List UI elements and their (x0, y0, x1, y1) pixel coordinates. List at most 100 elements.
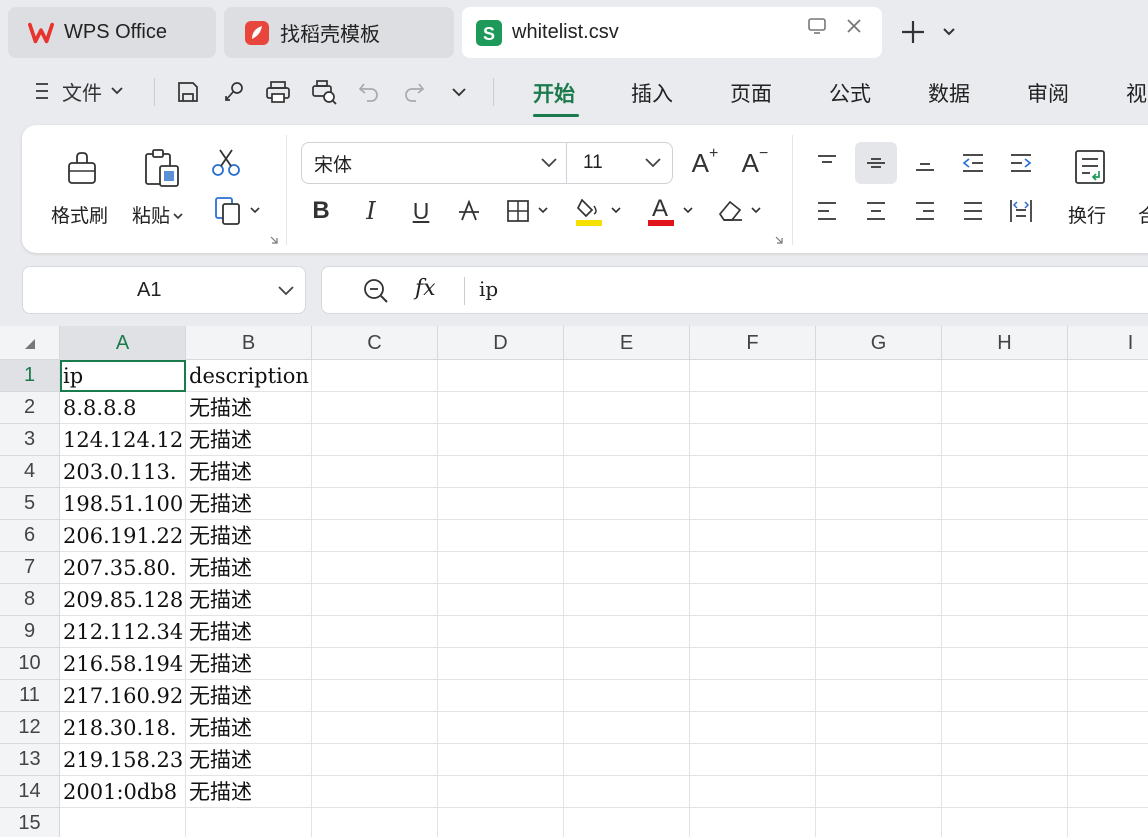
bold-button[interactable]: B (306, 195, 336, 227)
align-left-icon[interactable] (810, 195, 844, 227)
cell-c5[interactable] (312, 488, 438, 520)
cell-c1[interactable] (312, 360, 438, 392)
cell-b13[interactable]: 无描述 (186, 744, 312, 776)
cell-f5[interactable] (690, 488, 816, 520)
cell-i11[interactable] (1068, 680, 1148, 712)
cell-i9[interactable] (1068, 616, 1148, 648)
cell-h15[interactable] (942, 808, 1068, 837)
cell-f3[interactable] (690, 424, 816, 456)
align-bottom-icon[interactable] (908, 147, 942, 179)
cell-a3[interactable]: 124.124.12 (60, 424, 186, 456)
cell-b15[interactable] (186, 808, 312, 837)
distributed-align-icon[interactable] (1004, 195, 1038, 227)
cell-a13[interactable]: 219.158.23 (60, 744, 186, 776)
cell-h10[interactable] (942, 648, 1068, 680)
increase-font-button[interactable]: A + (688, 145, 722, 179)
column-header-b[interactable]: B (186, 326, 312, 360)
cell-d14[interactable] (438, 776, 564, 808)
cell-h3[interactable] (942, 424, 1068, 456)
cell-a8[interactable]: 209.85.128 (60, 584, 186, 616)
cell-a9[interactable]: 212.112.34 (60, 616, 186, 648)
merge-label[interactable]: 合 (1138, 201, 1148, 228)
cell-b2[interactable]: 无描述 (186, 392, 312, 424)
cell-e11[interactable] (564, 680, 690, 712)
cell-c14[interactable] (312, 776, 438, 808)
close-tab-icon[interactable] (840, 12, 868, 40)
cell-f7[interactable] (690, 552, 816, 584)
cell-d10[interactable] (438, 648, 564, 680)
cell-c4[interactable] (312, 456, 438, 488)
cell-b8[interactable]: 无描述 (186, 584, 312, 616)
cell-g13[interactable] (816, 744, 942, 776)
row-header[interactable]: 13 (0, 744, 60, 776)
row-header[interactable]: 10 (0, 648, 60, 680)
font-size-select[interactable]: 11 (566, 142, 673, 184)
cell-c7[interactable] (312, 552, 438, 584)
cell-a1[interactable]: ip (60, 360, 186, 392)
cell-i2[interactable] (1068, 392, 1148, 424)
justify-icon[interactable] (956, 195, 990, 227)
cell-c2[interactable] (312, 392, 438, 424)
cell-h12[interactable] (942, 712, 1068, 744)
cell-i7[interactable] (1068, 552, 1148, 584)
cell-b12[interactable]: 无描述 (186, 712, 312, 744)
row-header[interactable]: 9 (0, 616, 60, 648)
cell-a7[interactable]: 207.35.80. (60, 552, 186, 584)
cell-b4[interactable]: 无描述 (186, 456, 312, 488)
cell-i1[interactable] (1068, 360, 1148, 392)
align-center-icon[interactable] (859, 195, 893, 227)
cell-i3[interactable] (1068, 424, 1148, 456)
cell-h4[interactable] (942, 456, 1068, 488)
italic-button[interactable]: I (356, 195, 386, 227)
cell-a4[interactable]: 203.0.113. (60, 456, 186, 488)
tab-insert[interactable]: 插入 (631, 78, 673, 108)
row-header[interactable]: 12 (0, 712, 60, 744)
insert-function-icon[interactable]: fx (415, 276, 436, 301)
row-header[interactable]: 3 (0, 424, 60, 456)
chevron-down-icon[interactable] (935, 18, 963, 46)
tab-view[interactable]: 视 (1126, 78, 1147, 108)
cell-e14[interactable] (564, 776, 690, 808)
cell-a2[interactable]: 8.8.8.8 (60, 392, 186, 424)
cell-e13[interactable] (564, 744, 690, 776)
file-menu[interactable]: 文件 (62, 77, 124, 105)
cell-b1[interactable]: description (186, 360, 312, 392)
align-right-icon[interactable] (908, 195, 942, 227)
cell-g3[interactable] (816, 424, 942, 456)
cell-i8[interactable] (1068, 584, 1148, 616)
redo-icon[interactable] (401, 78, 427, 106)
cell-h11[interactable] (942, 680, 1068, 712)
cell-g4[interactable] (816, 456, 942, 488)
tab-home[interactable]: 开始 (533, 78, 575, 108)
cell-g1[interactable] (816, 360, 942, 392)
cell-c9[interactable] (312, 616, 438, 648)
tab-page[interactable]: 页面 (730, 78, 772, 108)
row-header[interactable]: 1 (0, 360, 60, 392)
window-mode-icon[interactable] (803, 12, 831, 40)
formula-content[interactable]: ip (479, 277, 498, 301)
cell-b14[interactable]: 无描述 (186, 776, 312, 808)
column-header-g[interactable]: G (816, 326, 942, 360)
cell-b5[interactable]: 无描述 (186, 488, 312, 520)
cell-e1[interactable] (564, 360, 690, 392)
cell-a15[interactable] (60, 808, 186, 837)
cell-i15[interactable] (1068, 808, 1148, 837)
formula-bar[interactable]: fx ip (321, 266, 1148, 314)
cell-g9[interactable] (816, 616, 942, 648)
cell-d12[interactable] (438, 712, 564, 744)
cell-d6[interactable] (438, 520, 564, 552)
column-header-i[interactable]: I (1068, 326, 1148, 360)
cell-f14[interactable] (690, 776, 816, 808)
cell-e10[interactable] (564, 648, 690, 680)
cell-h6[interactable] (942, 520, 1068, 552)
row-header[interactable]: 14 (0, 776, 60, 808)
cell-f10[interactable] (690, 648, 816, 680)
cell-i4[interactable] (1068, 456, 1148, 488)
row-header[interactable]: 6 (0, 520, 60, 552)
cell-e3[interactable] (564, 424, 690, 456)
cell-d3[interactable] (438, 424, 564, 456)
cell-h14[interactable] (942, 776, 1068, 808)
cell-g8[interactable] (816, 584, 942, 616)
cell-a14[interactable]: 2001:0db8 (60, 776, 186, 808)
share-icon[interactable] (220, 78, 248, 106)
